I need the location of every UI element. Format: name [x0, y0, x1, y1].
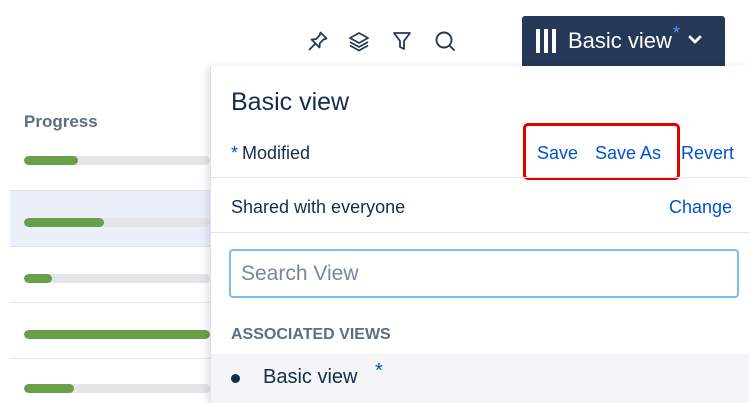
- progress-bar: [24, 274, 210, 283]
- modified-marker: *: [672, 22, 680, 43]
- view-selector-label: Basic view: [568, 28, 672, 53]
- progress-bar: [24, 384, 210, 393]
- change-sharing-link[interactable]: Change: [669, 197, 732, 218]
- bullet-icon: [231, 374, 240, 383]
- view-dropdown-panel: Basic view * Modified Save Save As Revert…: [210, 66, 749, 403]
- modified-marker: *: [231, 143, 239, 163]
- progress-table: Progress: [10, 66, 210, 403]
- search-view-input[interactable]: [229, 249, 739, 298]
- save-link[interactable]: Save: [537, 143, 578, 164]
- table-row[interactable]: [10, 246, 210, 302]
- pin-icon[interactable]: [303, 26, 333, 56]
- progress-fill: [24, 274, 52, 283]
- associated-view-label: Basic view: [263, 366, 358, 388]
- toolbar: Basic view *: [0, 0, 749, 66]
- divider: [211, 232, 749, 233]
- revert-link[interactable]: Revert: [681, 143, 734, 164]
- progress-bar: [24, 218, 210, 227]
- progress-fill: [24, 330, 210, 339]
- divider: [211, 177, 749, 178]
- save-as-link[interactable]: Save As: [595, 143, 661, 164]
- progress-bar: [24, 156, 210, 165]
- progress-fill: [24, 156, 78, 165]
- progress-fill: [24, 384, 75, 393]
- panel-title: Basic view: [231, 88, 350, 116]
- modified-label: Modified: [242, 143, 311, 163]
- table-row[interactable]: [10, 190, 210, 246]
- modified-marker: *: [375, 360, 383, 382]
- associated-view-item[interactable]: Basic view *: [211, 354, 749, 403]
- chevron-down-icon: [688, 32, 702, 50]
- layers-icon[interactable]: [344, 26, 374, 56]
- view-selector-button[interactable]: Basic view *: [522, 16, 725, 66]
- table-row[interactable]: [10, 118, 210, 190]
- progress-bar: [24, 330, 210, 339]
- sharing-status: Shared with everyone: [231, 197, 406, 217]
- search-icon[interactable]: [430, 26, 460, 56]
- progress-fill: [24, 218, 104, 227]
- modified-status: * Modified: [231, 143, 310, 164]
- columns-icon: [536, 29, 556, 53]
- table-row[interactable]: [10, 302, 210, 358]
- filter-icon[interactable]: [387, 26, 417, 56]
- table-row[interactable]: [10, 358, 210, 403]
- associated-views-header: ASSOCIATED VIEWS: [231, 326, 391, 343]
